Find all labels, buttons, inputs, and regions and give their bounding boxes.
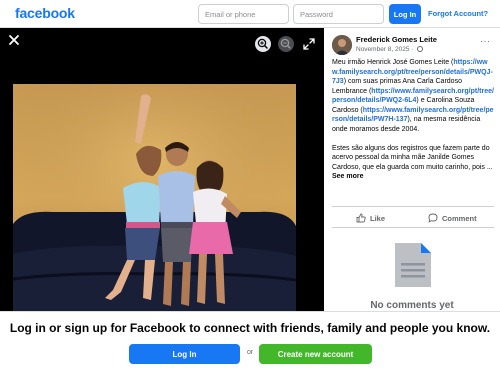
banner-login-button[interactable]: Log In <box>129 344 240 364</box>
top-bar: facebook Log In Forgot Account? <box>0 0 500 28</box>
like-icon <box>356 213 366 223</box>
banner-text: Log in or sign up for Facebook to connec… <box>9 321 491 335</box>
see-more-link[interactable]: See more <box>332 173 364 180</box>
forgot-account-link[interactable]: Forgot Account? <box>428 9 488 18</box>
close-icon[interactable] <box>7 33 21 47</box>
no-comments-label: No comments yet <box>370 300 454 311</box>
email-field[interactable] <box>198 4 289 24</box>
post-author[interactable]: Frederick Gomes Leite <box>356 35 437 44</box>
post-text: Meu irmão Henrick José Gomes Leite (http… <box>332 58 494 182</box>
post-photo <box>13 84 296 311</box>
like-label: Like <box>370 213 386 223</box>
zoom-in-icon[interactable] <box>255 36 271 52</box>
post-text-segment: Meu irmão Henrick José Gomes Leite ( <box>332 59 454 66</box>
comment-label: Comment <box>442 213 477 223</box>
expand-icon[interactable] <box>302 37 316 51</box>
photo-viewer <box>0 28 324 311</box>
like-button[interactable]: Like <box>356 211 385 225</box>
more-options-icon[interactable]: ··· <box>480 36 491 46</box>
password-field[interactable] <box>293 4 384 24</box>
avatar[interactable] <box>332 35 352 55</box>
post-text-paragraph: Estes são alguns dos registros que fazem… <box>332 144 493 171</box>
comment-icon <box>428 213 438 223</box>
post-panel: Frederick Gomes Leite November 8, 2025 ·… <box>324 28 500 311</box>
globe-icon <box>417 46 424 52</box>
document-icon <box>395 243 431 287</box>
post-date[interactable]: November 8, 2025 · <box>356 46 424 53</box>
post-date-text: November 8, 2025 <box>356 46 410 53</box>
facebook-logo[interactable]: facebook <box>15 5 75 21</box>
post-actions: Like Comment <box>332 206 494 228</box>
create-account-button[interactable]: Create new account <box>259 344 372 364</box>
or-label: or <box>247 349 254 356</box>
zoom-out-icon[interactable] <box>278 36 294 52</box>
login-banner: Log in or sign up for Facebook to connec… <box>0 311 500 375</box>
login-button[interactable]: Log In <box>389 4 421 24</box>
comment-button[interactable]: Comment <box>428 211 477 225</box>
